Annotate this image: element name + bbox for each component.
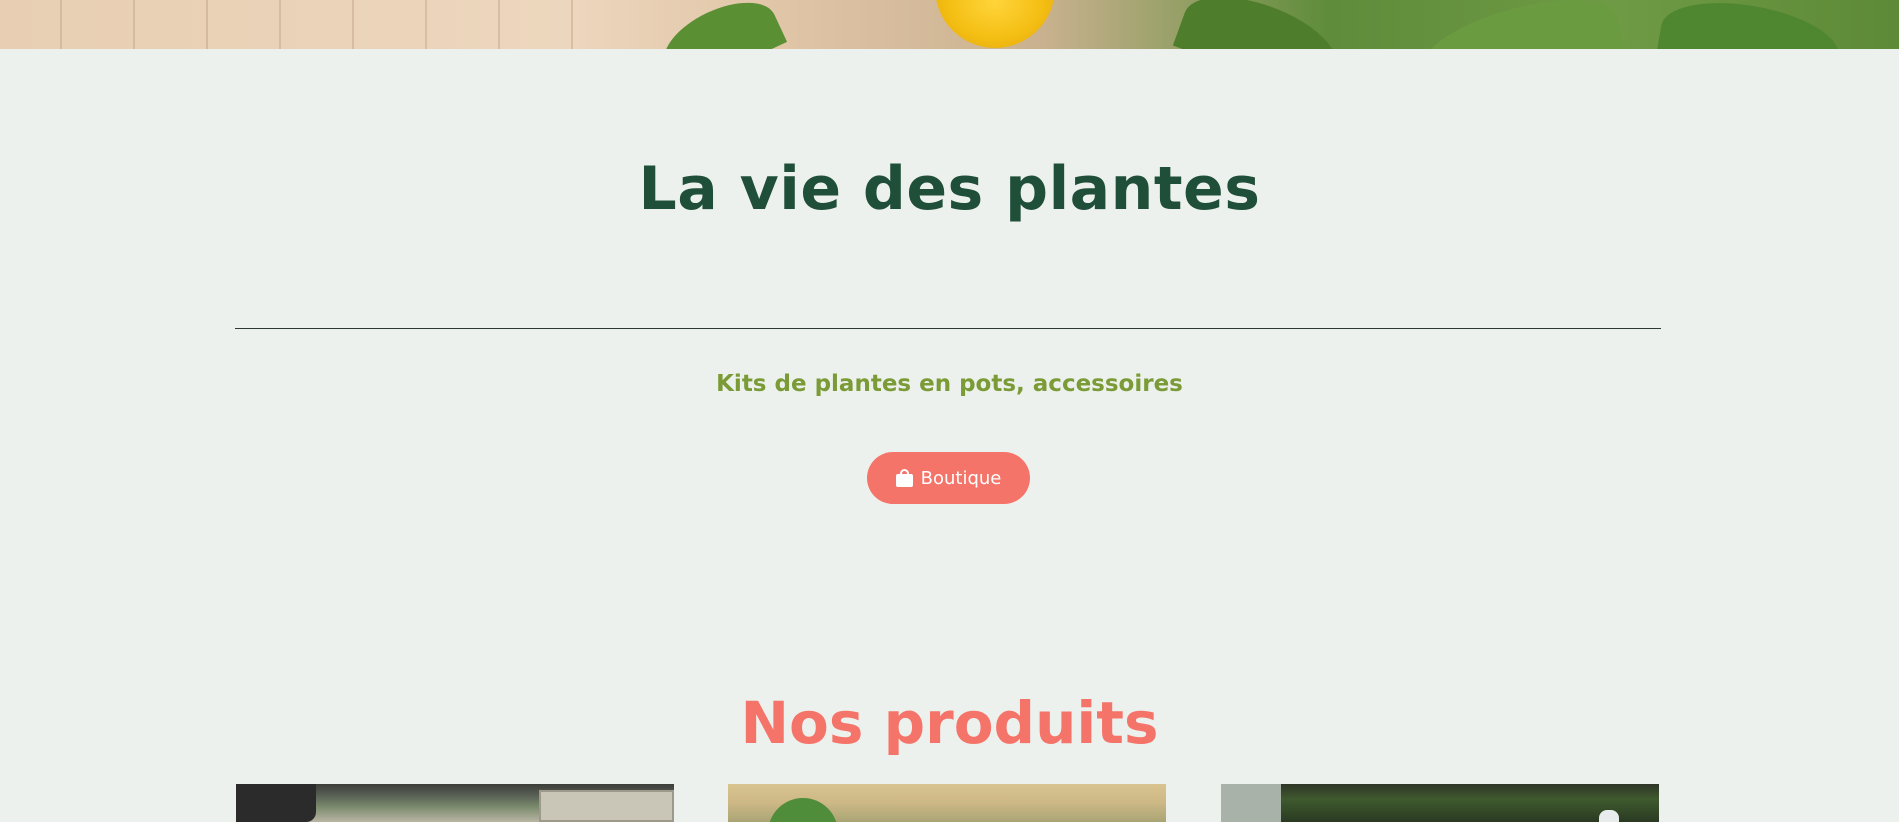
shop-button[interactable]: Boutique [867, 452, 1030, 504]
wood-plank [498, 0, 500, 49]
photo-detail [236, 784, 316, 822]
page-title: La vie des plantes [638, 154, 1261, 224]
wood-plank [425, 0, 427, 49]
leaf [652, 0, 788, 49]
wood-plank [571, 0, 573, 49]
wood-plank [352, 0, 354, 49]
wood-plank [279, 0, 281, 49]
wood-plank [133, 0, 135, 49]
shop-button-label: Boutique [920, 467, 1002, 489]
tulip-flower [935, 0, 1055, 48]
photo-detail [539, 790, 674, 822]
photo-detail [768, 798, 838, 822]
wood-plank [60, 0, 62, 49]
leaf [1414, 0, 1626, 49]
page-subtitle: Kits de plantes en pots, accessoires [716, 371, 1183, 397]
product-card-image[interactable] [728, 784, 1166, 822]
products-section-title: Nos produits [740, 689, 1159, 757]
leaf [1172, 0, 1348, 49]
leaf [1655, 0, 1845, 49]
wood-plank [206, 0, 208, 49]
product-card-image[interactable] [1221, 784, 1659, 822]
hero-banner-image [0, 0, 1899, 49]
photo-detail [1599, 810, 1619, 822]
product-card-image[interactable] [236, 784, 674, 822]
shopping-bag-icon [895, 469, 913, 487]
title-divider [235, 328, 1661, 329]
photo-detail [1221, 784, 1281, 822]
